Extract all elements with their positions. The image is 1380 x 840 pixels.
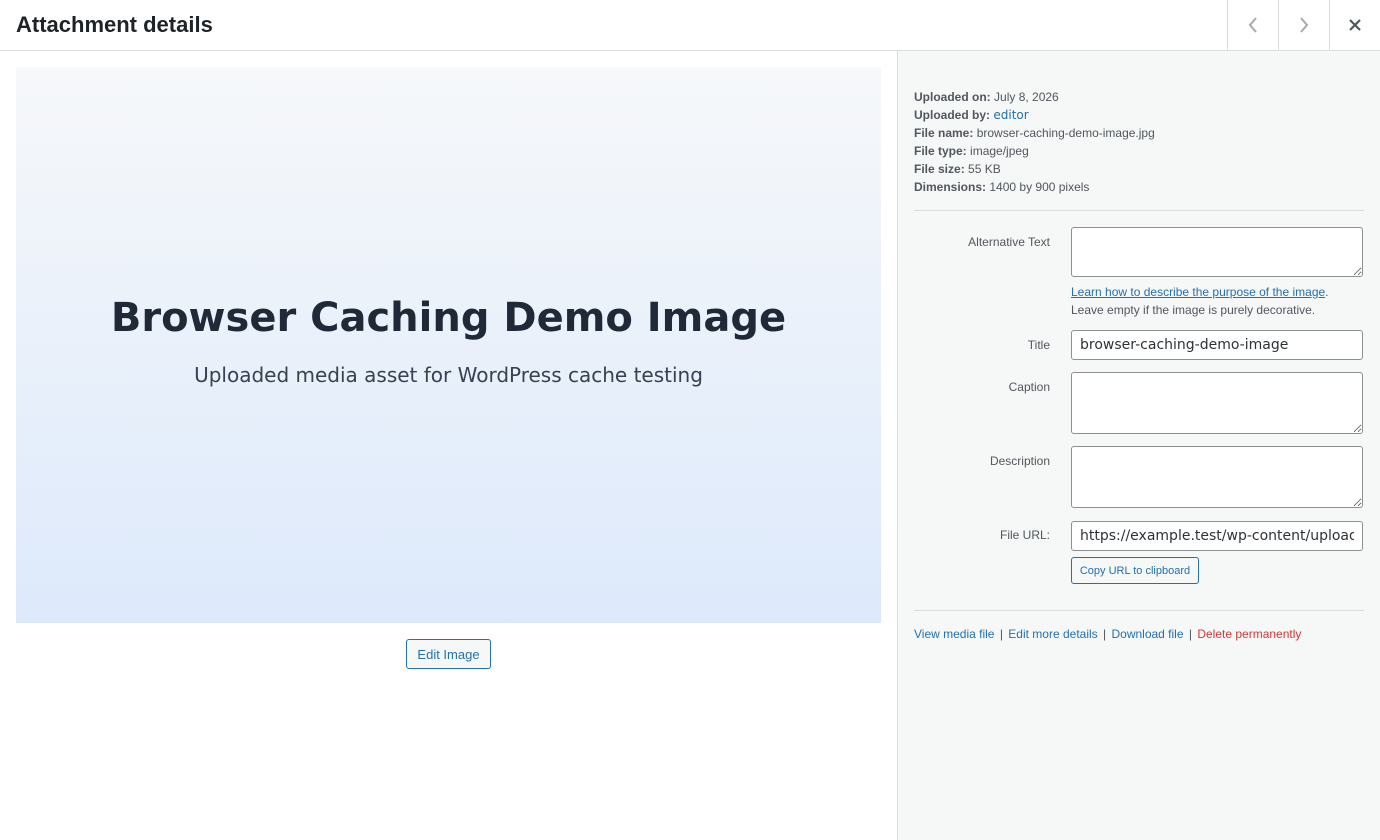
edit-more-details-link[interactable]: Edit more details bbox=[1008, 627, 1097, 641]
caption-field[interactable] bbox=[1071, 372, 1363, 434]
actions-separator: | bbox=[999, 627, 1003, 641]
dimensions-label: Dimensions: bbox=[914, 180, 987, 194]
actions-separator: | bbox=[1103, 627, 1107, 641]
description-label: Description bbox=[989, 454, 1050, 468]
edit-image-button[interactable]: Edit Image bbox=[406, 639, 491, 669]
view-media-file-link[interactable]: View media file bbox=[914, 627, 994, 641]
dimensions-value: 1400 by 900 pixels bbox=[989, 180, 1090, 194]
delete-permanently-link[interactable]: Delete permanently bbox=[1197, 627, 1301, 641]
modal-header: Attachment details bbox=[0, 0, 1380, 51]
file-details: Uploaded on: July 8, 2026 Uploaded by: e… bbox=[914, 88, 1155, 196]
chevron-right-icon bbox=[1300, 17, 1309, 33]
title-field[interactable] bbox=[1071, 330, 1363, 360]
modal-title: Attachment details bbox=[16, 12, 213, 37]
actions-separator: | bbox=[1188, 627, 1192, 641]
alt-text-help-text: Leave empty if the image is purely decor… bbox=[1071, 303, 1316, 317]
copy-url-button[interactable]: Copy URL to clipboard bbox=[1071, 557, 1199, 584]
alt-text-help-link[interactable]: Learn how to describe the purpose of the… bbox=[1071, 285, 1325, 299]
file-size-value: 55 KB bbox=[968, 162, 1001, 176]
close-button[interactable] bbox=[1329, 0, 1380, 50]
attachment-actions: View media file | Edit more details | Do… bbox=[914, 627, 1301, 641]
image-heading: Browser Caching Demo Image bbox=[110, 295, 787, 341]
description-field[interactable] bbox=[1071, 446, 1363, 508]
uploaded-on-row: Uploaded on: July 8, 2026 bbox=[914, 88, 1155, 106]
attachment-preview: Browser Caching Demo Image Uploaded medi… bbox=[0, 51, 897, 840]
uploaded-by-row: Uploaded by: editor bbox=[914, 106, 1155, 124]
file-size-row: File size: 55 KB bbox=[914, 160, 1155, 178]
file-url-field[interactable] bbox=[1071, 521, 1363, 551]
alt-text-help-period: . bbox=[1325, 285, 1329, 299]
file-type-label: File type: bbox=[914, 144, 967, 158]
file-size-label: File size: bbox=[914, 162, 965, 176]
uploaded-by-link[interactable]: editor bbox=[993, 108, 1028, 122]
next-button[interactable] bbox=[1278, 0, 1329, 50]
title-label: Title bbox=[1027, 338, 1050, 352]
uploaded-by-label: Uploaded by: bbox=[914, 108, 991, 122]
image-subheading: Uploaded media asset for WordPress cache… bbox=[194, 363, 703, 387]
file-type-row: File type: image/jpeg bbox=[914, 142, 1155, 160]
close-icon bbox=[1349, 19, 1361, 31]
dimensions-row: Dimensions: 1400 by 900 pixels bbox=[914, 178, 1155, 196]
alt-text-help-link-line: Learn how to describe the purpose of the… bbox=[1071, 285, 1329, 299]
chevron-left-icon bbox=[1248, 17, 1257, 33]
alt-text-label: Alternative Text bbox=[968, 235, 1050, 249]
previous-button[interactable] bbox=[1227, 0, 1278, 50]
caption-label: Caption bbox=[1008, 380, 1050, 394]
uploaded-on-value: July 8, 2026 bbox=[994, 90, 1059, 104]
actions-divider bbox=[914, 610, 1364, 611]
alt-text-field[interactable] bbox=[1071, 227, 1363, 277]
file-name-label: File name: bbox=[914, 126, 974, 140]
file-name-row: File name: browser-caching-demo-image.jp… bbox=[914, 124, 1155, 142]
file-type-value: image/jpeg bbox=[970, 144, 1029, 158]
uploaded-on-label: Uploaded on: bbox=[914, 90, 991, 104]
details-divider bbox=[914, 210, 1364, 211]
attachment-info-panel: Uploaded on: July 8, 2026 Uploaded by: e… bbox=[897, 51, 1380, 840]
attachment-image: Browser Caching Demo Image Uploaded medi… bbox=[16, 67, 881, 623]
file-name-value: browser-caching-demo-image.jpg bbox=[976, 126, 1155, 140]
file-url-label: File URL: bbox=[999, 528, 1050, 542]
download-file-link[interactable]: Download file bbox=[1111, 627, 1183, 641]
